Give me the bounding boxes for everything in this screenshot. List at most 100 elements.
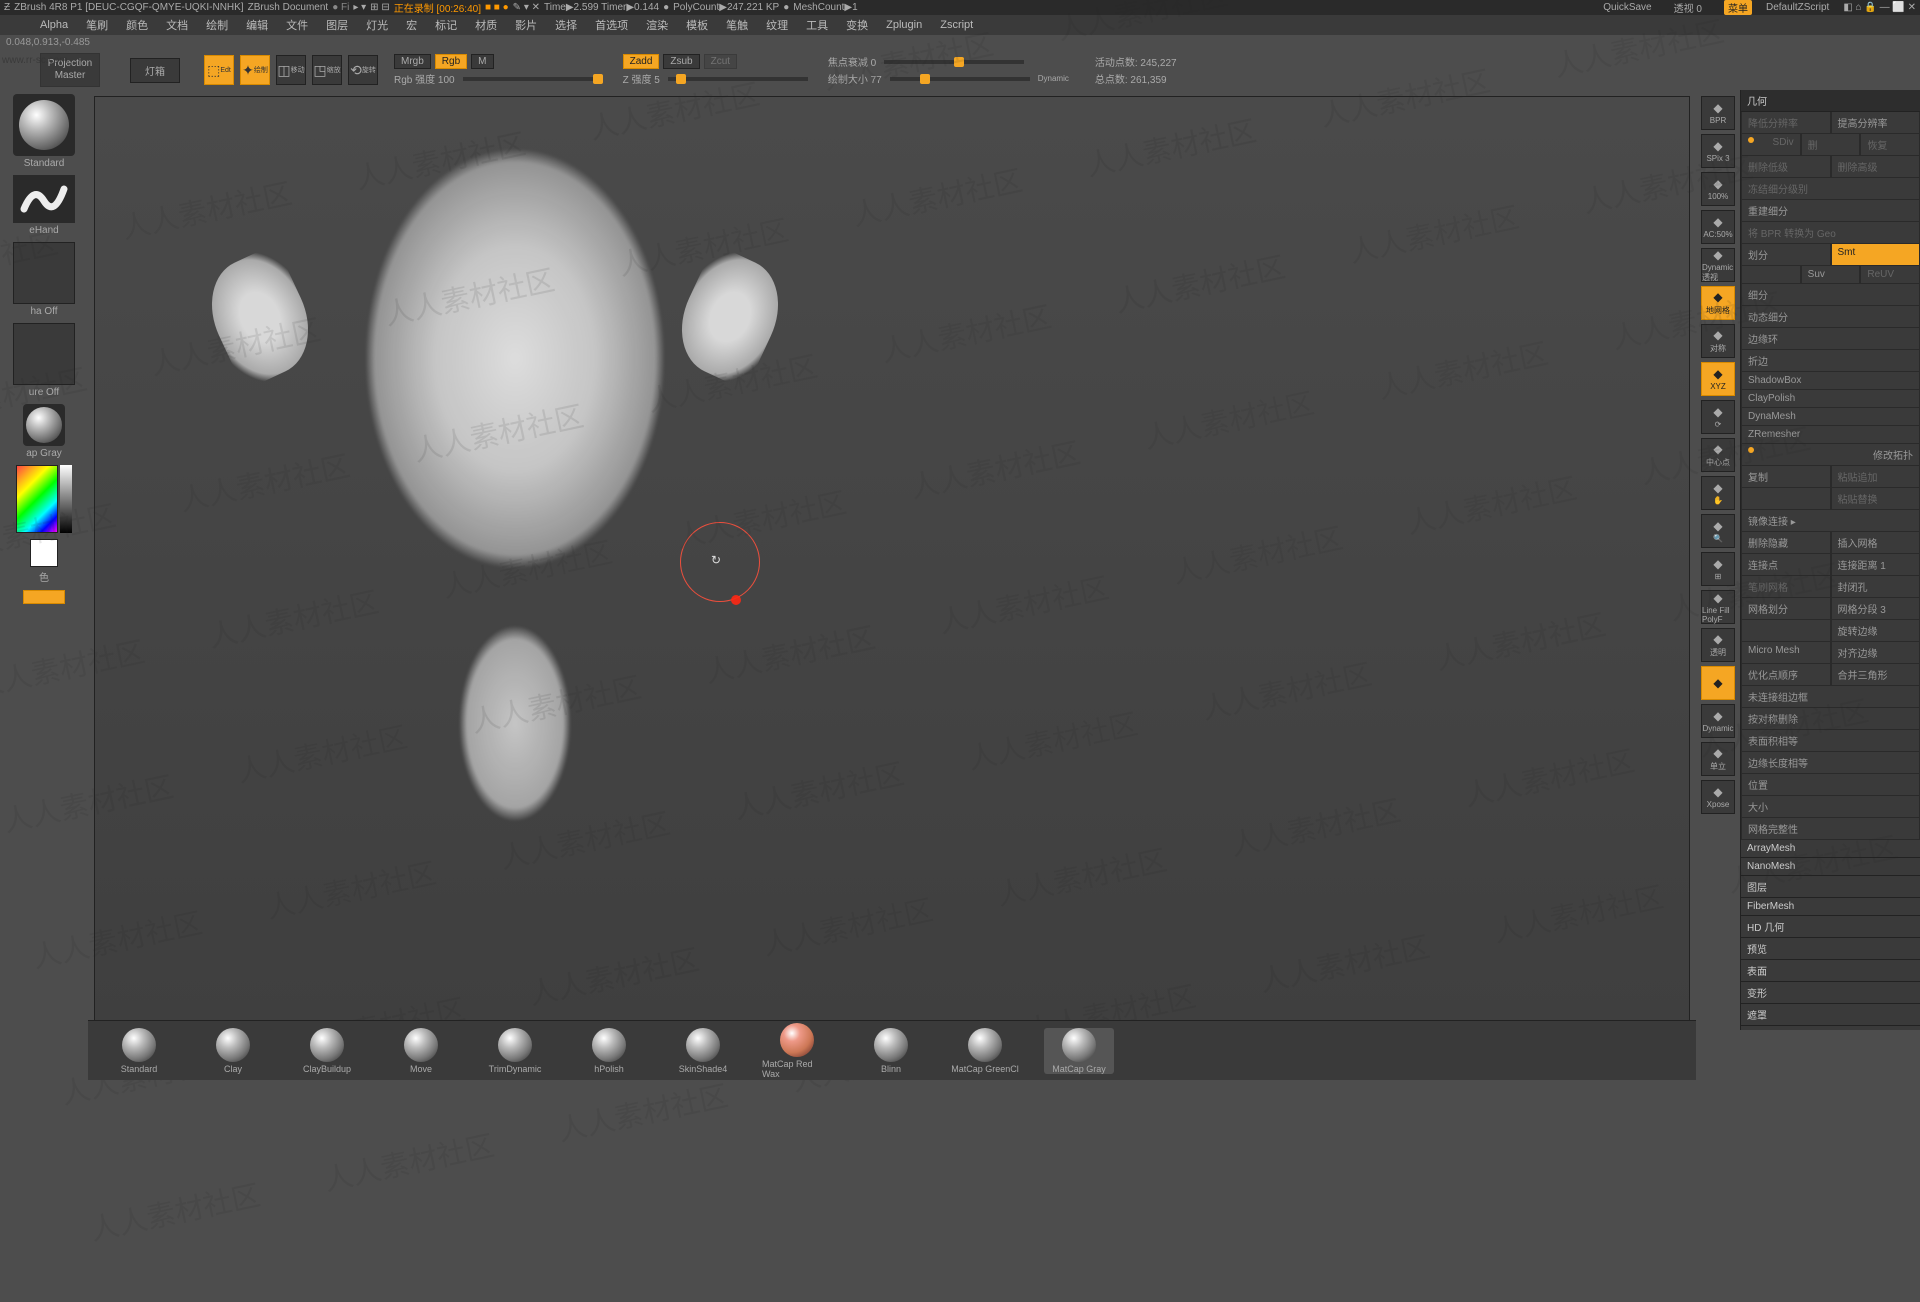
panel-item[interactable]: 镜像连接 ▸ [1741,510,1920,532]
panel-item[interactable]: 按对称删除 [1741,708,1920,730]
panel-item[interactable]: 合并三角形 [1831,664,1920,686]
gradient-swatch[interactable] [23,590,65,604]
menu-首选项[interactable]: 首选项 [595,17,628,33]
material-SkinShade4[interactable]: SkinShade4 [668,1028,738,1074]
panel-item[interactable]: 对齐边缘 [1831,642,1920,664]
menu-标记[interactable]: 标记 [435,17,457,33]
main-menu[interactable]: Alpha笔刷颜色文档绘制编辑文件图层灯光宏标记材质影片选择首选项渲染模板笔触纹… [0,15,1920,35]
focal-shift[interactable]: 焦点衰减 0 [828,54,876,69]
viewtool-transp[interactable]: ◆透明 [1701,628,1735,662]
z-intensity[interactable]: Z 强度 5 [623,71,660,86]
panel-item[interactable]: 表面积相等 [1741,730,1920,752]
viewtool-lsym[interactable]: ◆对称 [1701,324,1735,358]
menu-工具[interactable]: 工具 [806,17,828,33]
default-script[interactable]: DefaultZScript [1766,2,1829,13]
panel-item[interactable]: ShadowBox [1741,372,1920,390]
viewtool-spix[interactable]: ◆SPix 3 [1701,134,1735,168]
viewtool-grid[interactable]: ◆⊞ [1701,552,1735,586]
menu-笔刷[interactable]: 笔刷 [86,17,108,33]
panel-item[interactable]: 大小 [1741,796,1920,818]
brush-thumb[interactable] [13,94,75,156]
menu-图层[interactable]: 图层 [326,17,348,33]
draw-mode-icon[interactable]: ✦绘制 [240,55,270,85]
panel-item[interactable]: 笔刷网格 [1741,576,1831,598]
viewtool-aa[interactable]: ◆AC:50% [1701,210,1735,244]
material-Clay[interactable]: Clay [198,1028,268,1074]
3d-viewport[interactable]: ↻ 人人素材社区人人素材社区人人素材社区人人素材社区人人素材社区人人素材社区人人… [94,96,1690,1024]
material-MatCap GreenCl[interactable]: MatCap GreenCl [950,1028,1020,1074]
menu-文档[interactable]: 文档 [166,17,188,33]
menu-宏[interactable]: 宏 [406,17,417,33]
viewtool-persp[interactable]: ◆Dynamic 透视 [1701,248,1735,282]
scale-mode-icon[interactable]: ◳缩放 [312,55,342,85]
panel-item[interactable]: 边缘环 [1741,328,1920,350]
rgb-intensity[interactable]: Rgb 强度 100 [394,71,455,86]
panel-item[interactable]: ReUV [1860,266,1920,284]
mrgb-button[interactable]: Mrgb [394,54,431,69]
viewtool-xyz[interactable]: ◆XYZ [1701,362,1735,396]
panel-item[interactable]: Smt [1831,244,1920,266]
menu-Zplugin[interactable]: Zplugin [886,19,922,31]
panel-item[interactable] [1741,266,1801,284]
viewtool-xpose[interactable]: ◆Xpose [1701,780,1735,814]
lightbox-button[interactable]: 灯箱 [130,58,180,83]
viewtool-center[interactable]: ◆中心点 [1701,438,1735,472]
panel-item[interactable]: 连接距离 1 [1831,554,1920,576]
viewtool-zoom[interactable]: ◆🔍 [1701,514,1735,548]
panel-item[interactable]: 封闭孔 [1831,576,1920,598]
menu-颜色[interactable]: 颜色 [126,17,148,33]
panel-item[interactable] [1741,620,1831,642]
panel-item[interactable]: 提高分辨率 [1831,112,1920,134]
panel-item[interactable]: 连接点 [1741,554,1831,576]
material-hPolish[interactable]: hPolish [574,1028,644,1074]
rgb-button[interactable]: Rgb [435,54,467,69]
material-Standard[interactable]: Standard [104,1028,174,1074]
menu-编辑[interactable]: 编辑 [246,17,268,33]
m-button[interactable]: M [471,54,493,69]
zsub-button[interactable]: Zsub [663,54,699,69]
color-picker[interactable] [16,465,58,533]
panel-item[interactable]: 将 BPR 转换为 Geo [1741,222,1920,244]
panel-item[interactable]: 插入网格 [1831,532,1920,554]
panel-item[interactable]: 未连接组边框 [1741,686,1920,708]
panel-item[interactable]: Suv [1801,266,1861,284]
draw-size[interactable]: 绘制大小 77 [828,71,882,86]
material-Blinn[interactable]: Blinn [856,1028,926,1074]
panel-item[interactable]: 复制 [1741,466,1831,488]
panel-item[interactable]: 网格完整性 [1741,818,1920,840]
panel-item[interactable]: ZRemesher [1741,426,1920,444]
menu-灯光[interactable]: 灯光 [366,17,388,33]
menu-模板[interactable]: 模板 [686,17,708,33]
panel-item[interactable]: 折边 [1741,350,1920,372]
material-MatCap Gray[interactable]: MatCap Gray [1044,1028,1114,1074]
zadd-button[interactable]: Zadd [623,54,660,69]
panel-item[interactable]: 粘贴替换 [1831,488,1920,510]
panel-item[interactable]: 优化点顺序 [1741,664,1831,686]
material-MatCap Red Wax[interactable]: MatCap Red Wax [762,1023,832,1079]
material-TrimDynamic[interactable]: TrimDynamic [480,1028,550,1074]
panel-section[interactable]: 变形 [1741,982,1920,1004]
panel-item[interactable]: 旋转边缘 [1831,620,1920,642]
panel-item[interactable] [1741,488,1831,510]
panel-item[interactable]: 细分 [1741,284,1920,306]
panel-item[interactable]: 修改拓扑 [1741,444,1920,466]
panel-section[interactable]: FiberMesh [1741,898,1920,916]
viewtool-rot[interactable]: ◆⟳ [1701,400,1735,434]
viewtool-bpr[interactable]: ◆BPR [1701,96,1735,130]
stroke-thumb[interactable] [13,175,75,223]
menu-button[interactable]: 菜单 [1724,0,1752,15]
viewtool-scale[interactable]: ◆100% [1701,172,1735,206]
panel-section[interactable]: HD 几何 [1741,916,1920,938]
panel-item[interactable]: 粘贴追加 [1831,466,1920,488]
material-Move[interactable]: Move [386,1028,456,1074]
panel-section[interactable]: 预览 [1741,938,1920,960]
viewtool-dyn[interactable]: ◆Dynamic [1701,704,1735,738]
panel-section[interactable]: 图层 [1741,876,1920,898]
menu-文件[interactable]: 文件 [286,17,308,33]
viewtool-iso[interactable]: ◆单立 [1701,742,1735,776]
panel-item[interactable]: 网格划分 [1741,598,1831,620]
viewtool-line[interactable]: ◆Line Fill PolyF [1701,590,1735,624]
panel-section[interactable]: 表面 [1741,960,1920,982]
rotate-mode-icon[interactable]: ⟲旋转 [348,55,378,85]
viewtool-floor[interactable]: ◆地网格 [1701,286,1735,320]
